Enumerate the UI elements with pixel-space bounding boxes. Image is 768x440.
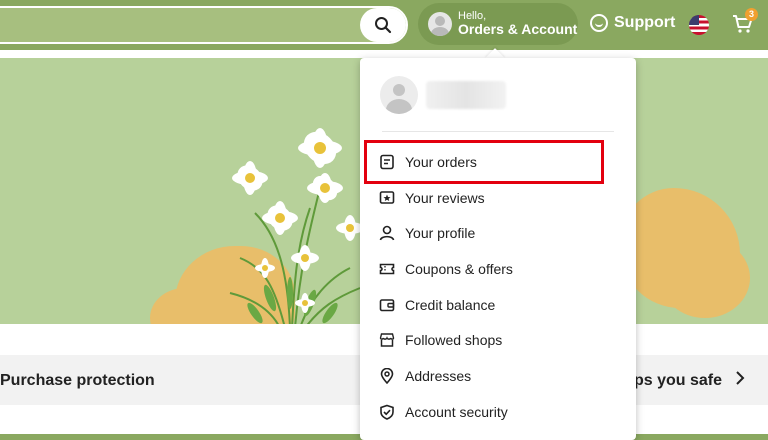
person-icon <box>378 224 396 242</box>
account-label: Orders & Account <box>458 21 578 38</box>
wallet-icon <box>378 296 396 314</box>
account-dropdown-menu: Your orders Your reviews Your profile Co… <box>360 58 636 440</box>
menu-item-label: Account security <box>405 403 508 420</box>
menu-item-account-security[interactable]: Account security <box>360 394 636 430</box>
search-button[interactable] <box>360 8 406 42</box>
us-flag-icon[interactable] <box>689 15 709 35</box>
user-summary[interactable] <box>380 76 506 114</box>
avatar <box>428 12 452 36</box>
ticket-icon <box>378 260 396 278</box>
menu-item-your-orders[interactable]: Your orders <box>360 144 636 180</box>
support-label: Support <box>614 14 676 31</box>
blurred-username <box>426 81 506 109</box>
account-menu-list: Your orders Your reviews Your profile Co… <box>360 144 636 430</box>
orders-account-button[interactable]: Hello, Orders & Account <box>418 3 578 45</box>
cart-count-badge: 3 <box>745 8 758 21</box>
menu-item-addresses[interactable]: Addresses <box>360 358 636 394</box>
support-link[interactable]: Support <box>590 14 675 32</box>
orders-doc-icon <box>378 153 396 171</box>
avatar <box>380 76 418 114</box>
menu-item-label: Coupons & offers <box>405 260 513 277</box>
menu-item-label: Addresses <box>405 367 472 384</box>
menu-item-your-profile[interactable]: Your profile <box>360 215 636 251</box>
shield-icon <box>378 403 396 421</box>
location-pin-icon <box>378 367 396 385</box>
menu-item-label: Credit balance <box>405 296 496 313</box>
search-icon <box>375 17 392 34</box>
purchase-protection-label: Purchase protection <box>0 372 155 389</box>
menu-item-label: Your profile <box>405 225 476 242</box>
menu-item-followed-shops[interactable]: Followed shops <box>360 322 636 358</box>
divider <box>382 131 614 132</box>
shop-icon <box>378 331 396 349</box>
chevron-right-icon[interactable] <box>734 370 746 386</box>
daisy-flowers-image <box>229 128 364 324</box>
chat-bubble-icon <box>590 14 608 32</box>
menu-item-label: Followed shops <box>405 332 503 349</box>
menu-item-label: Your reviews <box>405 189 485 206</box>
review-star-icon <box>378 189 396 207</box>
menu-item-credit-balance[interactable]: Credit balance <box>360 287 636 323</box>
menu-item-label: Your orders <box>405 153 477 170</box>
menu-item-your-reviews[interactable]: Your reviews <box>360 180 636 216</box>
search-input[interactable] <box>0 6 408 44</box>
protection-tagline: ps you safe <box>634 372 723 389</box>
menu-item-coupons-offers[interactable]: Coupons & offers <box>360 251 636 287</box>
decor-blob <box>660 238 750 318</box>
